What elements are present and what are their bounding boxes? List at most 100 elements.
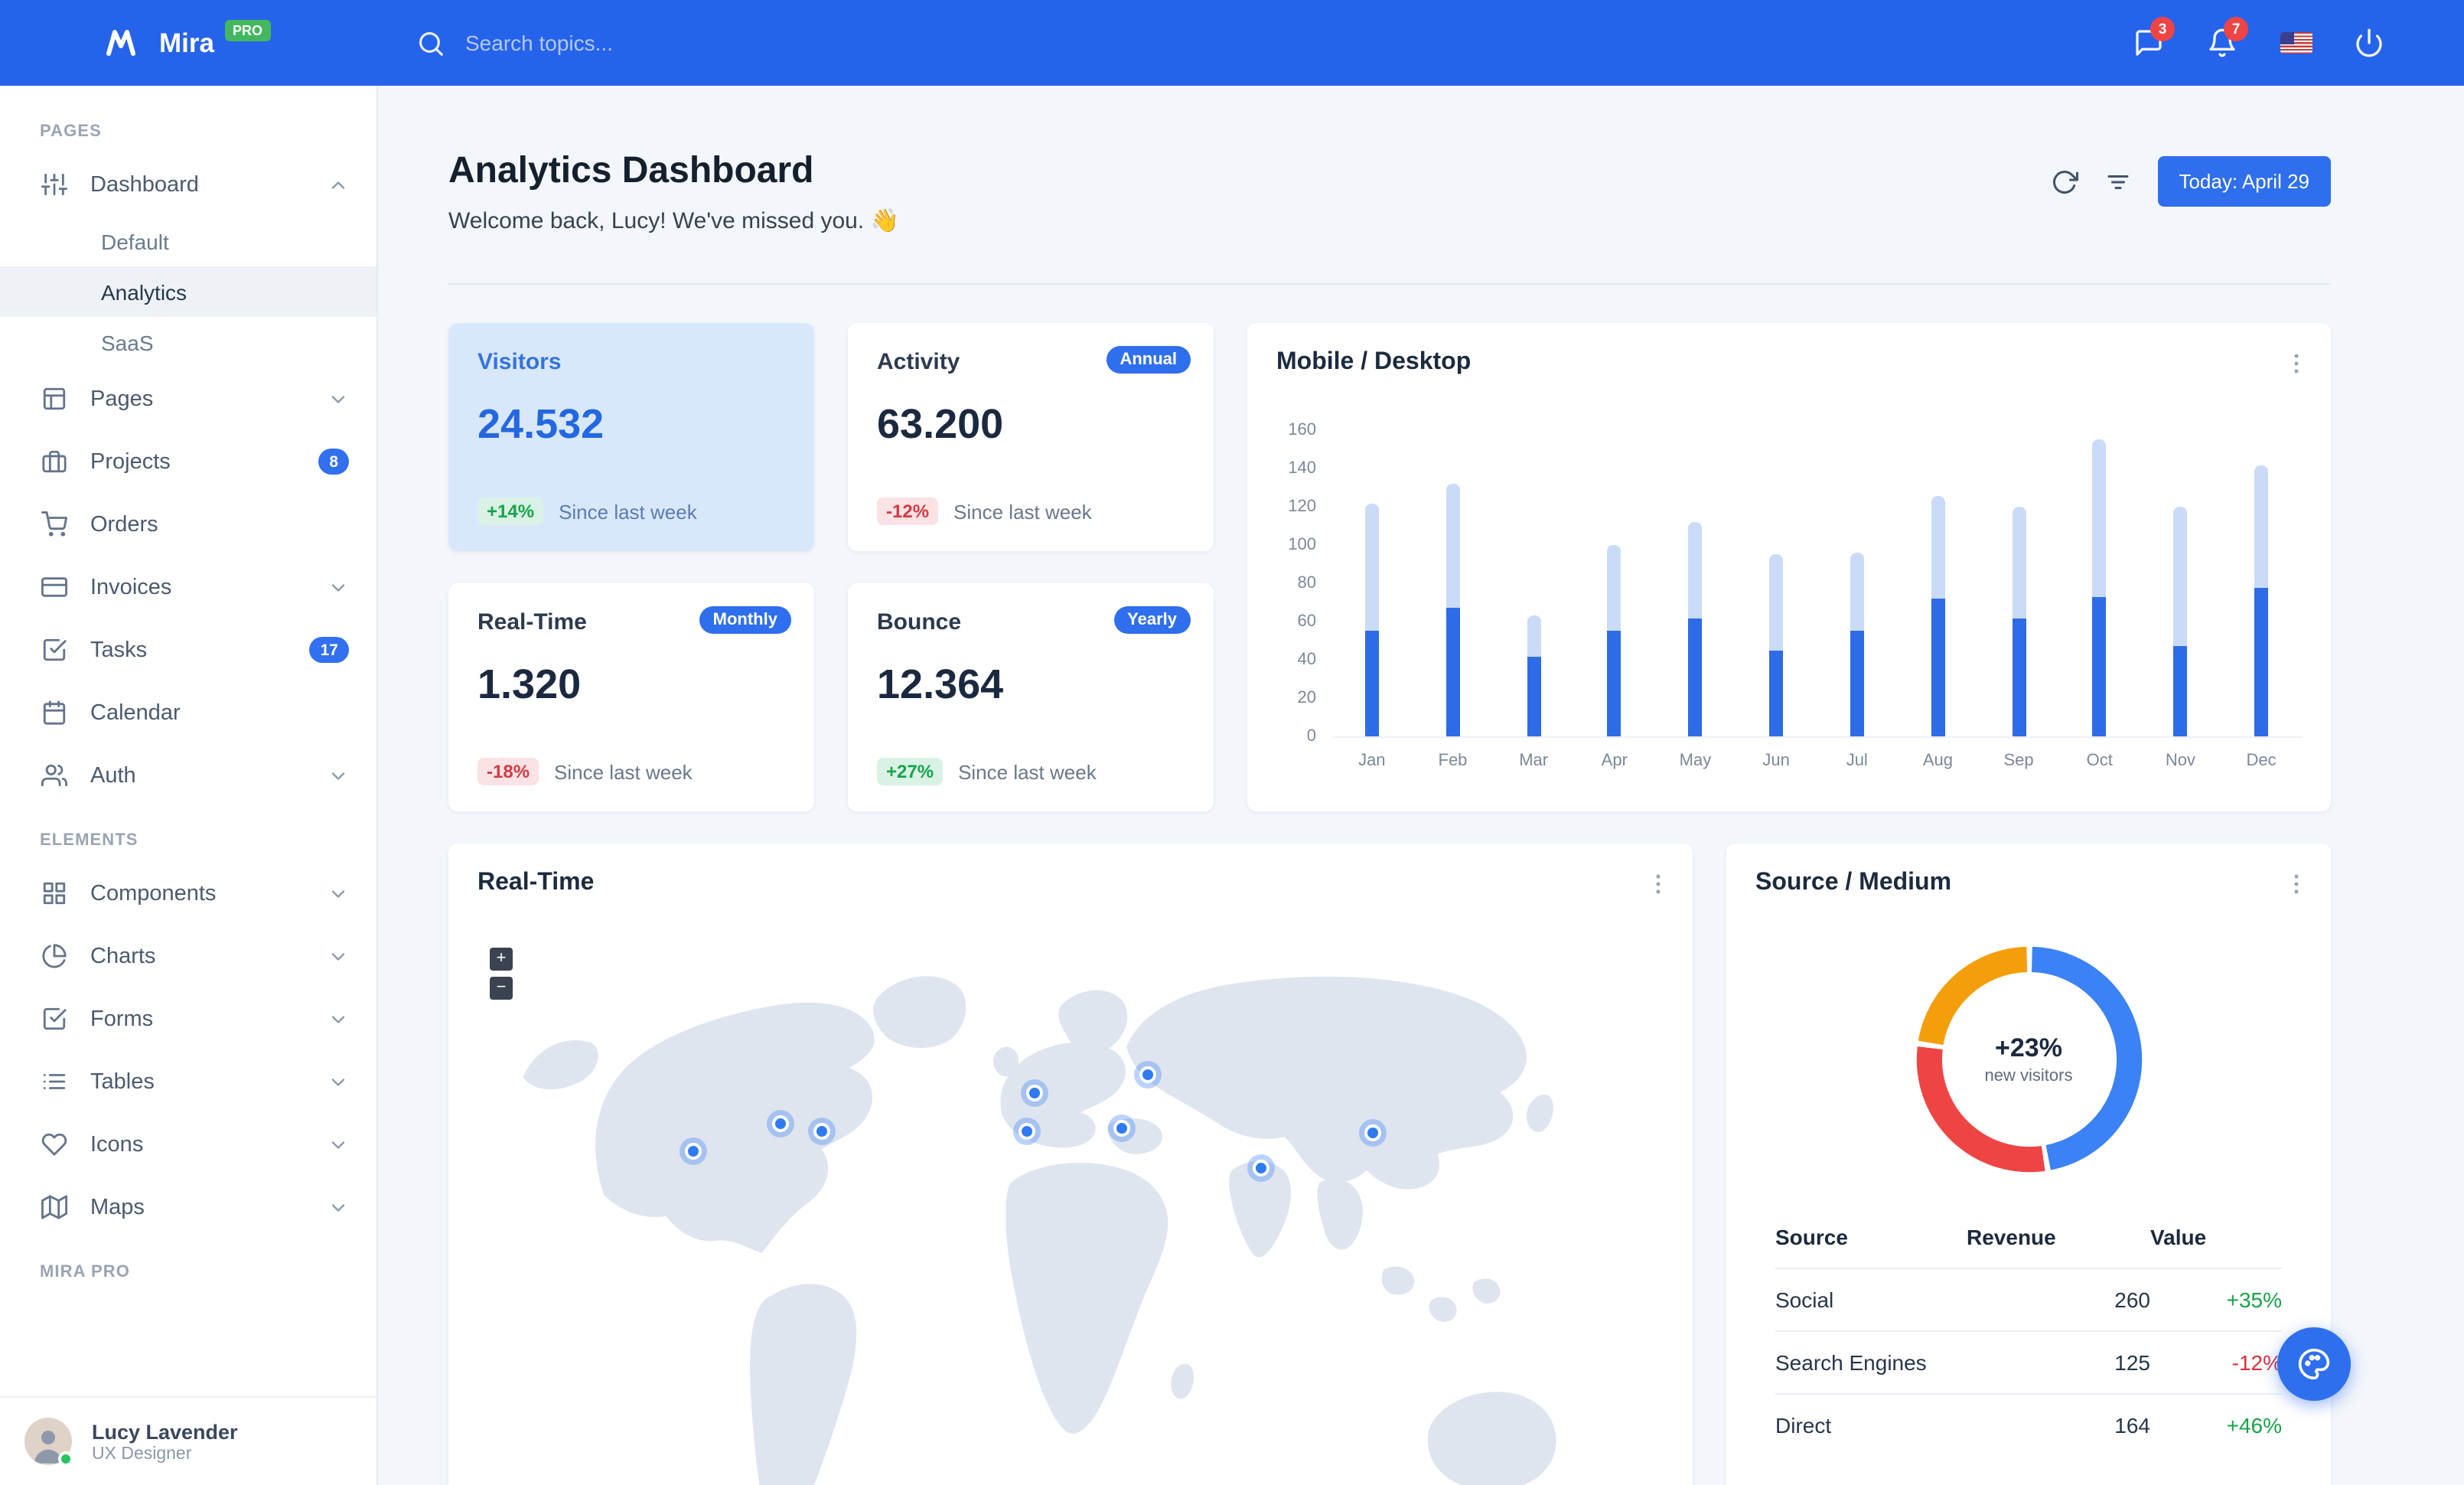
sidebar-user[interactable]: Lucy Lavender UX Designer [0, 1396, 376, 1485]
sliders-icon [41, 171, 67, 197]
mira-logo-icon [106, 30, 135, 56]
refresh-icon [2052, 170, 2078, 193]
sidebar-count-badge: 17 [309, 637, 349, 663]
main-content: Analytics Dashboard Welcome back, Lucy! … [378, 86, 2464, 1485]
bar-jan [1331, 432, 1413, 736]
us-flag-icon [2280, 32, 2312, 54]
table-row: Search Engines 125 -12% [1775, 1330, 2282, 1394]
source-table-col-source: Source [1775, 1225, 1848, 1249]
chevron-down-icon [328, 883, 349, 904]
brand[interactable]: Mira PRO [98, 20, 380, 61]
page-header: Analytics Dashboard Welcome back, Lucy! … [448, 150, 2331, 234]
sidebar-item-label: Maps [90, 1195, 145, 1219]
mobile-desktop-card: Mobile / Desktop 0 20 40 60 80 100 120 140 160 J… [1247, 323, 2331, 811]
map-marker[interactable] [813, 1123, 830, 1141]
value-cell: +46% [2150, 1393, 2282, 1456]
card-title: Real-Time [477, 870, 595, 896]
sidebar-item-label: Calendar [90, 700, 181, 725]
search-input[interactable] [462, 29, 814, 57]
kebab-icon [2294, 874, 2299, 894]
sidebar-subitem-default[interactable]: Default [0, 216, 376, 266]
sidebar-item-forms[interactable]: Forms [0, 987, 376, 1050]
theme-settings-fab[interactable] [2277, 1327, 2351, 1401]
date-range-button[interactable]: Today: April 29 [2157, 156, 2331, 207]
navbar-actions: 3 7 [2118, 12, 2464, 73]
sign-out-button[interactable] [2339, 12, 2400, 73]
filter-icon [2107, 175, 2128, 188]
language-button[interactable] [2265, 12, 2326, 73]
map-marker[interactable] [1019, 1123, 1036, 1141]
list-icon [41, 1069, 67, 1095]
map-zoom-out-button[interactable]: − [490, 977, 513, 1000]
sidebar-item-icons[interactable]: Icons [0, 1113, 376, 1176]
card-title: Mobile / Desktop [1276, 349, 1472, 375]
map-zoom-in-button[interactable]: + [490, 948, 513, 971]
calendar-icon [41, 700, 67, 726]
sidebar-item-label: Icons [90, 1132, 144, 1157]
realtime-map-card: Real-Time + − [448, 844, 1693, 1485]
donut-center: +23% new visitors [1909, 940, 2148, 1179]
bar-oct [2059, 432, 2140, 736]
sidebar-item-maps[interactable]: Maps [0, 1176, 376, 1239]
sidebar-count-badge: 8 [318, 449, 349, 475]
map-marker[interactable] [685, 1143, 702, 1160]
chevron-down-icon [328, 1134, 349, 1155]
bar-chart: 0 20 40 60 80 100 120 140 160 [1276, 421, 2302, 746]
card-menu-button[interactable] [1639, 865, 1677, 903]
revenue-cell: 164 [1967, 1393, 2150, 1456]
donut-center-value: +23% [1995, 1033, 2062, 1062]
annual-badge: Annual [1106, 346, 1191, 374]
delta-badge: +14% [477, 498, 544, 525]
sidebar-item-orders[interactable]: Orders [0, 493, 376, 556]
filter-button[interactable] [2104, 168, 2131, 195]
sidebar-item-tables[interactable]: Tables [0, 1050, 376, 1113]
delta-badge: -18% [477, 758, 539, 785]
sidebar-subitem-analytics[interactable]: Analytics [0, 266, 376, 317]
map-marker[interactable] [1364, 1124, 1382, 1142]
map-marker[interactable] [772, 1115, 790, 1132]
sidebar-item-projects[interactable]: Projects 8 [0, 430, 376, 493]
delta-badge: +27% [877, 758, 944, 785]
sidebar-item-label: Projects [90, 449, 171, 474]
map-marker[interactable] [1139, 1066, 1156, 1084]
header-divider [448, 283, 2331, 285]
sidebar-section-elements: ELEMENTS [40, 831, 139, 850]
map-marker[interactable] [1113, 1120, 1130, 1137]
card-menu-button[interactable] [2277, 865, 2316, 903]
stat-value: 63.200 [877, 401, 1004, 447]
card-menu-button[interactable] [2277, 344, 2316, 383]
top-navbar: Mira PRO 3 7 [0, 0, 2464, 86]
grid-icon [41, 880, 67, 906]
chevron-down-icon [328, 576, 349, 598]
sidebar-item-label: Pages [90, 387, 154, 411]
sidebar-item-pages[interactable]: Pages [0, 367, 376, 430]
donut-chart: +23% new visitors [1909, 940, 2148, 1179]
sidebar-item-dashboard[interactable]: Dashboard [0, 153, 376, 216]
stat-value: 24.532 [477, 401, 605, 447]
sidebar-item-label: Orders [90, 512, 158, 537]
credit-card-icon [41, 574, 67, 600]
source-medium-card: Source / Medium +23% new visitors Source… [1726, 844, 2331, 1485]
map-marker[interactable] [1252, 1159, 1269, 1177]
chevron-down-icon [328, 1071, 349, 1092]
sidebar-item-tasks[interactable]: Tasks 17 [0, 618, 376, 681]
stat-value: 1.320 [477, 661, 582, 707]
refresh-button[interactable] [2050, 168, 2078, 195]
map-marker[interactable] [1025, 1085, 1043, 1102]
notifications-button[interactable]: 7 [2192, 12, 2253, 73]
delta-badge: -12% [877, 498, 939, 525]
sidebar-item-invoices[interactable]: Invoices [0, 556, 376, 618]
sidebar-item-components[interactable]: Components [0, 862, 376, 925]
sidebar-subitem-saas[interactable]: SaaS [0, 317, 376, 367]
source-cell: Search Engines [1775, 1330, 1967, 1394]
briefcase-icon [41, 449, 67, 475]
messages-button[interactable]: 3 [2118, 12, 2179, 73]
navbar-search [416, 28, 814, 57]
sidebar-item-auth[interactable]: Auth [0, 744, 376, 807]
users-icon [41, 762, 67, 788]
bar-nov [2140, 432, 2221, 736]
online-status-dot [58, 1451, 73, 1467]
bar-jun [1736, 432, 1817, 736]
sidebar-item-calendar[interactable]: Calendar [0, 681, 376, 744]
sidebar-item-charts[interactable]: Charts [0, 925, 376, 987]
